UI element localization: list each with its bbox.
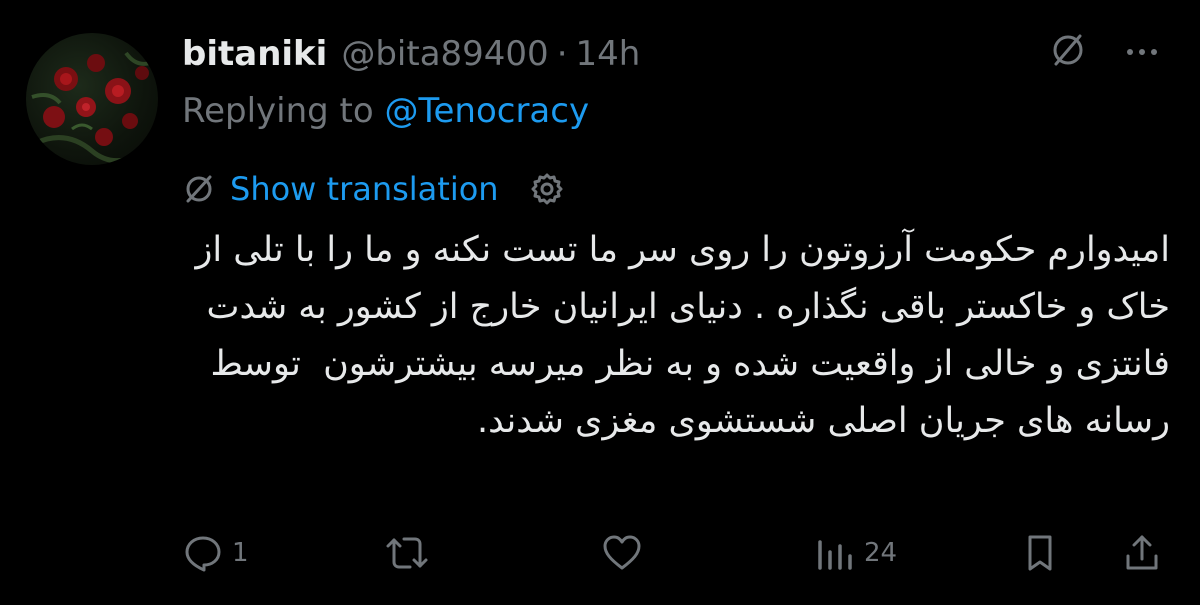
bar-chart-icon xyxy=(818,540,852,570)
bookmark-icon xyxy=(1028,535,1052,571)
reply-button[interactable]: 1 xyxy=(182,528,249,578)
share-upload-icon xyxy=(1126,535,1158,570)
more-dots-icon xyxy=(1127,49,1157,55)
action-bar: 1 24 xyxy=(0,528,1200,578)
avatar[interactable] xyxy=(26,33,158,165)
repost-button[interactable] xyxy=(384,528,438,578)
post-header: bitaniki @bita89400 · 14h xyxy=(182,26,640,82)
replying-to-mention[interactable]: @Tenocracy xyxy=(385,91,590,131)
separator-dot: · xyxy=(556,34,568,74)
translation-row: Show translation xyxy=(182,166,565,212)
translation-settings-button[interactable] xyxy=(529,171,565,207)
replying-to: Replying to @Tenocracy xyxy=(182,91,589,131)
like-button[interactable] xyxy=(600,528,652,578)
avatar-roses-image xyxy=(31,51,156,164)
tweet-reply: bitaniki @bita89400 · 14h Replying to @T… xyxy=(0,0,1200,605)
share-button[interactable] xyxy=(1122,528,1162,578)
bookmark-button[interactable] xyxy=(1020,528,1060,578)
show-translation-link[interactable]: Show translation xyxy=(230,170,499,208)
more-options-button[interactable] xyxy=(1122,30,1162,70)
top-actions xyxy=(1048,30,1162,70)
post-time[interactable]: 14h xyxy=(576,34,641,74)
views-button[interactable]: 24 xyxy=(812,528,897,578)
views-count: 24 xyxy=(864,538,898,568)
gear-icon xyxy=(531,173,563,205)
repost-arrows-icon xyxy=(386,537,428,569)
translate-icon xyxy=(186,175,212,203)
display-name[interactable]: bitaniki xyxy=(182,34,327,74)
user-handle[interactable]: @bita89400 xyxy=(341,34,548,74)
reply-count: 1 xyxy=(232,538,249,568)
heart-icon xyxy=(603,535,641,570)
grok-button[interactable] xyxy=(1048,30,1088,70)
replying-prefix: Replying to xyxy=(182,91,385,131)
slashed-circle-icon xyxy=(1053,34,1083,66)
speech-bubble-icon xyxy=(185,536,221,572)
post-text: امیدوارم حکومت آرزوتون را روی سر ما تست … xyxy=(184,230,1170,441)
